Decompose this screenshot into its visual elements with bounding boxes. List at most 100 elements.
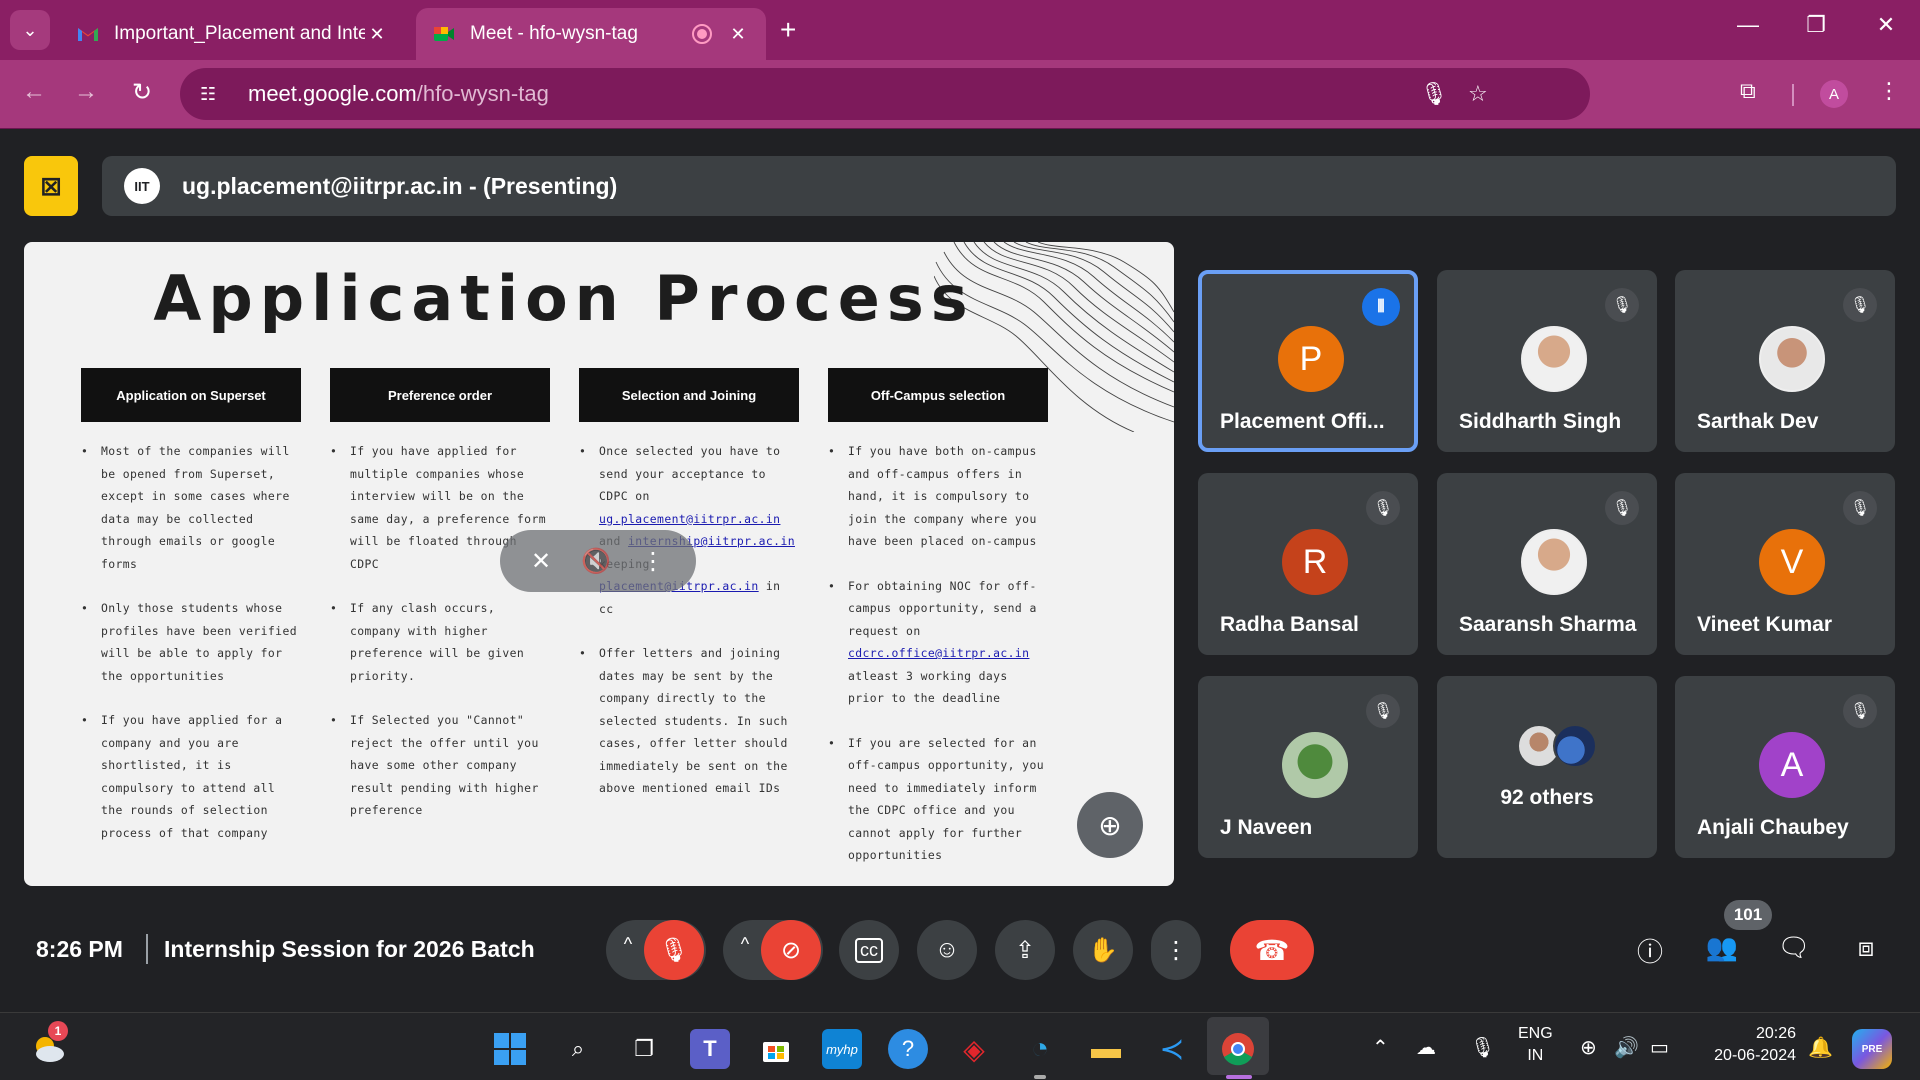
mute-presentation-icon[interactable]: 🔇 [581, 547, 611, 576]
participant-name: Sarthak Dev [1697, 410, 1819, 433]
chrome-icon[interactable] [1218, 1029, 1258, 1069]
microphone-tray-icon[interactable]: 🎙 [1470, 1035, 1495, 1060]
leave-call-button[interactable]: ☎ [1230, 920, 1314, 980]
help-icon[interactable]: ? [888, 1029, 928, 1069]
profile-avatar[interactable]: A [1820, 80, 1848, 108]
presenting-bar: IIT ug.placement@iitrpr.ac.in - (Present… [102, 156, 1896, 216]
copilot-icon[interactable]: PRE [1852, 1029, 1892, 1069]
forward-icon[interactable]: → [68, 78, 104, 106]
meet-icon [434, 27, 454, 41]
more-options-icon[interactable]: ⋮ [641, 547, 665, 576]
hang-up-icon: ☎ [1254, 934, 1290, 966]
mic-off-icon: 🎙 [658, 936, 690, 964]
stop-presenting-icon[interactable]: ⊠ [24, 156, 78, 216]
avatar [1282, 732, 1348, 798]
reactions-button[interactable]: ☺ [917, 920, 977, 980]
tab-gmail[interactable]: Important_Placement and Internship ✕ [60, 8, 405, 60]
participant-tile[interactable]: 🎙 Sarthak Dev [1675, 270, 1895, 452]
avatar: P [1278, 326, 1344, 392]
raise-hand-button[interactable]: ✋ [1073, 920, 1133, 980]
bullet: If you have both on-campus and off-campu… [828, 440, 1050, 553]
toolbar-border [0, 128, 1920, 129]
chat-icon[interactable]: 🗨 [1774, 932, 1814, 963]
camera-off-button[interactable]: ⊘ [761, 920, 821, 980]
network-icon[interactable]: ⊕ [1580, 1035, 1597, 1060]
presenter-label: ug.placement@iitrpr.ac.in - (Presenting) [182, 172, 618, 199]
camera-options-chevron-icon[interactable]: ^ [733, 934, 757, 955]
zoom-in-icon[interactable]: ⊕ [1077, 792, 1143, 858]
battery-icon[interactable]: ▭ [1650, 1035, 1669, 1060]
mcafee-icon[interactable]: ◈ [954, 1029, 994, 1069]
tab-search-button[interactable]: ⌄ [10, 10, 50, 50]
avatar [1759, 326, 1825, 392]
restore-icon[interactable]: ❐ [1796, 12, 1836, 38]
participant-tile[interactable]: 🎙 Saaransh Sharma [1437, 473, 1657, 655]
slide-column-offcampus: Off-Campus selection If you have both on… [828, 368, 1048, 886]
gmail-icon [78, 28, 98, 41]
participant-tile[interactable]: 🎙 Siddharth Singh [1437, 270, 1657, 452]
mic-options-chevron-icon[interactable]: ^ [616, 934, 640, 955]
camera-off-icon: ⊘ [780, 936, 802, 964]
participant-tile[interactable]: V 🎙 Vineet Kumar [1675, 473, 1895, 655]
captions-button[interactable]: cc [839, 920, 899, 980]
people-icon[interactable]: 👥 [1702, 932, 1742, 963]
participant-tile[interactable]: P ⦀ Placement Offi... [1198, 270, 1418, 452]
notification-bell-icon[interactable]: 🔔 [1808, 1035, 1833, 1060]
windows-taskbar: 1 ⌕ ❐ T myhp ? ◈ ◔ ▬ ≺ ⌃ ☁ 🎙 ENG IN ⊕ 🔊 … [0, 1012, 1920, 1080]
presented-slide: Application Process Application on Super… [24, 242, 1174, 886]
notification-badge: 1 [48, 1021, 68, 1041]
others-avatars [1517, 724, 1607, 774]
windows-start-icon[interactable] [490, 1029, 530, 1069]
task-view-icon[interactable]: ❐ [624, 1029, 664, 1069]
email-link[interactable]: ug.placement@iitrpr.ac.in [599, 512, 780, 526]
column-heading: Off-Campus selection [828, 368, 1048, 422]
show-hidden-icons-chevron[interactable]: ⌃ [1372, 1035, 1389, 1060]
more-menu-icon[interactable]: ⋮ [1878, 78, 1900, 104]
email-link[interactable]: cdcrc.office@iitrpr.ac.in [848, 646, 1029, 660]
microphone-icon[interactable]: 🎙 [1420, 68, 1448, 120]
volume-icon[interactable]: 🔊 [1614, 1035, 1639, 1060]
present-button[interactable]: ⇪ [995, 920, 1055, 980]
search-icon[interactable]: ⌕ [558, 1029, 598, 1069]
column-heading: Selection and Joining [579, 368, 799, 422]
minimize-icon[interactable]: — [1728, 12, 1768, 38]
new-tab-button[interactable]: + [780, 14, 796, 46]
participant-tile[interactable]: 🎙 J Naveen [1198, 676, 1418, 858]
bookmark-star-icon[interactable]: ☆ [1468, 68, 1488, 120]
reload-icon[interactable]: ↻ [124, 78, 160, 107]
myhp-icon[interactable]: myhp [822, 1029, 862, 1069]
participant-tile[interactable]: R 🎙 Radha Bansal [1198, 473, 1418, 655]
onedrive-icon[interactable]: ☁ [1416, 1035, 1436, 1060]
recording-icon [692, 24, 712, 44]
browser-toolbar: ← → ↻ ☷ meet.google.com/hfo-wysn-tag 🎙 ☆… [0, 60, 1920, 128]
bullet: If you have applied for a company and yo… [81, 709, 303, 844]
bullet: Most of the companies will be opened fro… [81, 440, 303, 575]
tab-close-icon[interactable]: ✕ [365, 24, 389, 45]
activities-icon[interactable]: ⧈ [1846, 932, 1886, 964]
tab-close-icon[interactable]: ✕ [726, 24, 750, 45]
participant-tile[interactable]: A 🎙 Anjali Chaubey [1675, 676, 1895, 858]
others-tile[interactable]: 92 others [1437, 676, 1657, 858]
close-window-icon[interactable]: ✕ [1866, 12, 1906, 38]
extensions-icon[interactable]: ⧉ [1740, 78, 1756, 104]
site-info-icon[interactable]: ☷ [200, 84, 224, 105]
vscode-icon[interactable]: ≺ [1152, 1029, 1192, 1069]
file-explorer-icon[interactable]: ▬ [1086, 1029, 1126, 1069]
tab-meet[interactable]: Meet - hfo-wysn-tag ✕ [416, 8, 766, 60]
back-icon[interactable]: ← [16, 78, 52, 106]
mic-off-button[interactable]: 🎙 [644, 920, 704, 980]
address-bar[interactable]: ☷ meet.google.com/hfo-wysn-tag 🎙 ☆ [180, 68, 1590, 120]
teams-icon[interactable]: T [690, 1029, 730, 1069]
edge-icon[interactable]: ◔ [1020, 1029, 1060, 1069]
more-options-button[interactable]: ⋮ [1151, 920, 1201, 980]
microsoft-store-icon[interactable] [756, 1029, 796, 1069]
unpin-icon[interactable]: ✕ [531, 547, 551, 576]
meeting-info-icon[interactable]: ⓘ [1630, 932, 1670, 969]
system-clock[interactable]: 20:26 20-06-2024 [1700, 1023, 1796, 1067]
bullet: For obtaining NOC for off-campus opportu… [828, 575, 1050, 710]
bullet: If Selected you "Cannot" reject the offe… [330, 709, 552, 822]
mic-off-icon: 🎙 [1843, 491, 1877, 525]
language-indicator[interactable]: ENG IN [1518, 1023, 1553, 1067]
avatar: A [1759, 732, 1825, 798]
column-heading: Application on Superset [81, 368, 301, 422]
